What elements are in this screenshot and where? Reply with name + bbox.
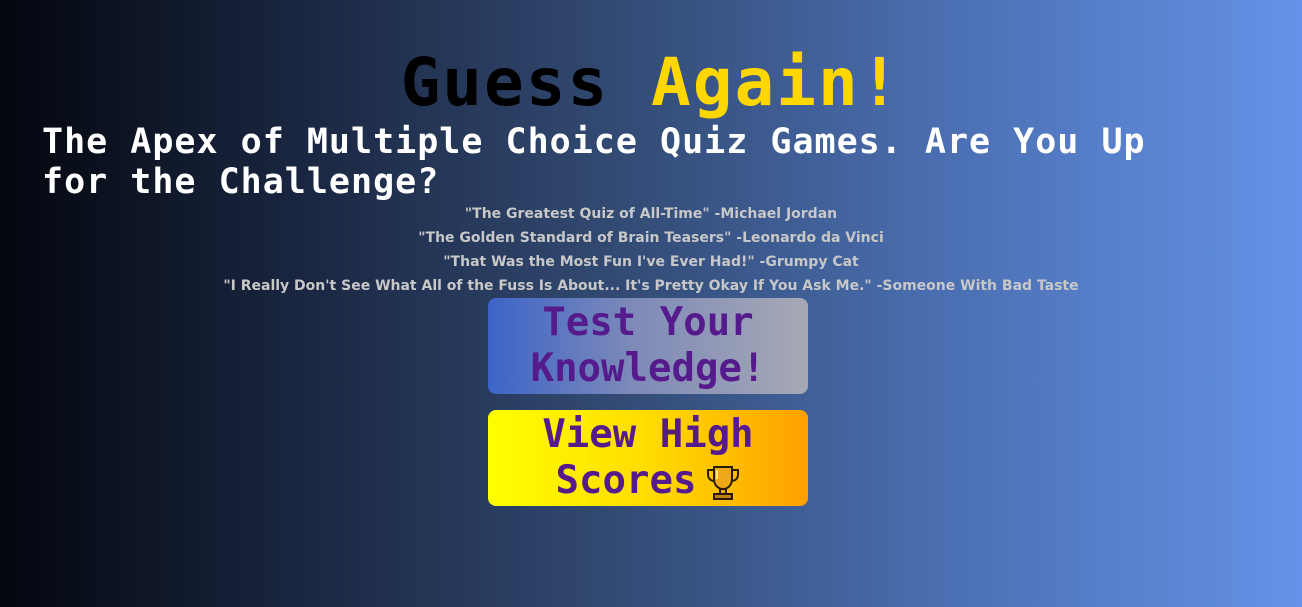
testimonials-list: "The Greatest Quiz of All-Time" -Michael… — [0, 202, 1302, 298]
testimonial-quote: "The Golden Standard of Brain Teasers" -… — [418, 230, 884, 246]
tagline: The Apex of Multiple Choice Quiz Games. … — [42, 122, 1146, 202]
start-quiz-button[interactable]: Test Your Knowledge! — [488, 298, 808, 394]
testimonial-quote: "The Greatest Quiz of All-Time" -Michael… — [464, 206, 838, 222]
title-guess: Guess — [400, 44, 610, 121]
trophy-icon — [707, 465, 740, 500]
testimonial-quote: "I Really Don't See What All of the Fuss… — [223, 278, 1079, 294]
start-quiz-label: Test Your Knowledge! — [530, 300, 766, 391]
title-again: Again! — [651, 44, 902, 121]
testimonial-quote: "That Was the Most Fun I've Ever Had!" -… — [443, 254, 859, 270]
view-high-scores-button[interactable]: View High Scores — [488, 410, 808, 506]
page-title: Guess Again! — [0, 44, 1302, 122]
